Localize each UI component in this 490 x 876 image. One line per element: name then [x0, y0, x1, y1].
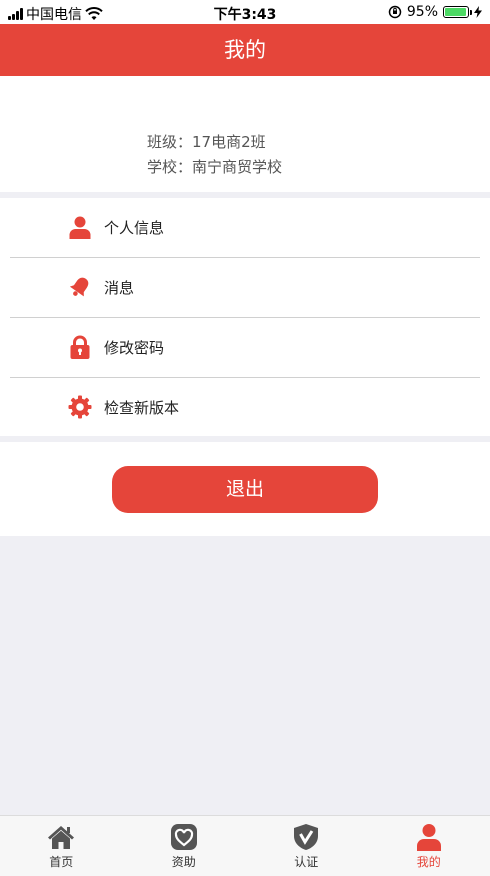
tab-verify[interactable]: 认证 — [245, 816, 368, 876]
logout-section: 退出 — [0, 442, 490, 536]
menu-item-label: 检查新版本 — [104, 399, 180, 417]
tab-mine[interactable]: 我的 — [368, 816, 490, 876]
menu-item-personal-info[interactable]: 个人信息 — [10, 198, 480, 258]
person-icon — [416, 824, 441, 851]
nav-bar: 我的 — [0, 24, 490, 76]
person-icon — [69, 216, 91, 239]
settings-menu: 个人信息 消息 修改密码 检查新版本 — [0, 198, 490, 436]
page: 中国电信 下午3:43 95% 我的 班级：17电商2班 学校：南宁商贸学校 个… — [0, 0, 490, 876]
menu-item-check-update[interactable]: 检查新版本 — [10, 378, 480, 438]
bell-icon — [69, 277, 89, 297]
tab-aid[interactable]: 资助 — [123, 816, 246, 876]
menu-item-messages[interactable]: 消息 — [10, 258, 480, 318]
tab-bar: 首页 资助 认证 我的 — [0, 815, 490, 876]
charging-bolt-icon — [474, 6, 482, 18]
battery-icon — [443, 6, 472, 18]
status-right: 95% — [388, 4, 482, 20]
lock-icon — [70, 335, 90, 359]
tab-home[interactable]: 首页 — [0, 816, 123, 876]
tab-label: 我的 — [416, 855, 441, 869]
status-bar: 中国电信 下午3:43 95% — [0, 0, 490, 24]
class-info: 班级：17电商2班 — [147, 133, 266, 151]
menu-item-change-password[interactable]: 修改密码 — [10, 318, 480, 378]
home-icon — [48, 826, 75, 849]
battery-fill — [445, 8, 466, 16]
page-title: 我的 — [224, 38, 266, 62]
tab-label: 首页 — [49, 855, 74, 869]
tab-label: 资助 — [171, 855, 196, 869]
tab-label: 认证 — [294, 855, 319, 869]
profile-section: 班级：17电商2班 学校：南宁商贸学校 — [0, 76, 490, 192]
school-info: 学校：南宁商贸学校 — [147, 158, 283, 176]
orientation-lock-icon — [388, 5, 402, 19]
battery-percent: 95% — [406, 4, 438, 20]
logout-button[interactable]: 退出 — [112, 466, 378, 513]
menu-item-label: 个人信息 — [104, 219, 165, 237]
gear-icon — [68, 395, 92, 419]
shield-check-icon — [294, 824, 319, 850]
menu-item-label: 修改密码 — [104, 339, 165, 357]
menu-item-label: 消息 — [104, 279, 135, 297]
heart-icon — [170, 824, 197, 850]
